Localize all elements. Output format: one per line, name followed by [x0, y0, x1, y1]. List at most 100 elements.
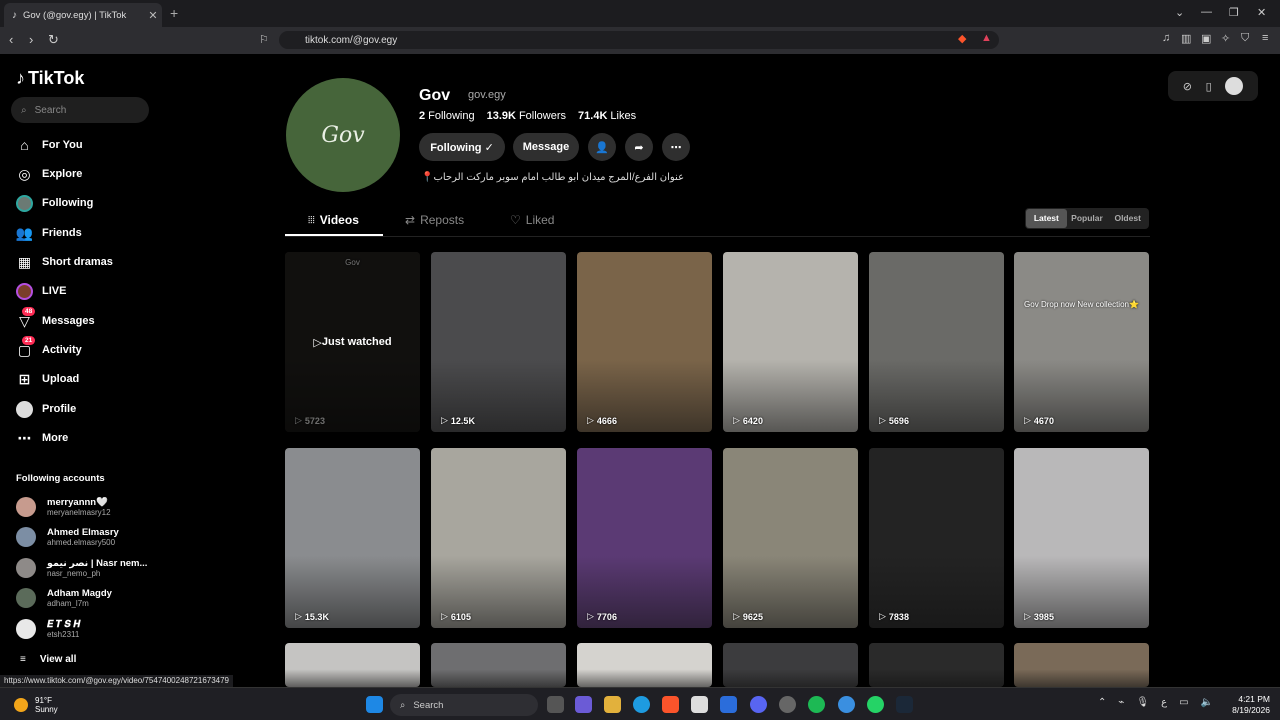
tab-liked[interactable]: ♡ Liked — [510, 213, 554, 227]
spotify-icon[interactable] — [808, 696, 825, 713]
taskbar-search[interactable]: ⌕ Search — [390, 694, 538, 716]
media-icon[interactable]: ♫ — [1162, 32, 1170, 44]
nav-live[interactable]: LIVE — [16, 282, 66, 300]
mail-icon[interactable] — [720, 696, 737, 713]
search-input[interactable]: ⌕ Search — [11, 97, 149, 123]
account-item[interactable]: Ahmed Elmasry ahmed.elmasry500 — [16, 527, 119, 547]
video-thumbnail[interactable] — [431, 643, 566, 687]
video-thumbnail[interactable]: ▷ 3985 — [1014, 448, 1149, 628]
sort-popular[interactable]: Popular — [1067, 209, 1108, 228]
weather-widget[interactable]: 91°F Sunny — [14, 696, 58, 714]
edge-icon[interactable] — [633, 696, 650, 713]
account-item[interactable]: merryannn🤍 meryanelmasry12 — [16, 497, 111, 517]
video-thumbnail[interactable]: Gov Drop now New collection⭐ ▷ 4670 — [1014, 252, 1149, 432]
nav-short-dramas[interactable]: ▦ Short dramas — [16, 253, 113, 271]
device-icon[interactable]: ▯ — [1206, 80, 1212, 93]
chevron-up-icon[interactable]: ⌃ — [1098, 697, 1106, 708]
video-thumbnail[interactable]: ▷ 7838 — [869, 448, 1004, 628]
followers-stat[interactable]: 13.9K Followers — [487, 110, 566, 122]
video-thumbnail[interactable] — [869, 643, 1004, 687]
tab-videos[interactable]: ⦙⦙⦙ Videos — [308, 213, 359, 227]
app-icon[interactable] — [838, 696, 855, 713]
brave-rewards-icon[interactable]: ▲ — [981, 32, 992, 44]
share-button[interactable]: ➦ — [625, 133, 653, 161]
display-icon[interactable]: ▭ — [1179, 697, 1188, 708]
coin-icon[interactable]: ⊘ — [1183, 80, 1192, 93]
wallet-icon[interactable]: ▣ — [1201, 32, 1211, 45]
network-icon[interactable]: ⌁ — [1118, 697, 1124, 708]
nav-activity[interactable]: ▢ 21 Activity — [16, 335, 82, 359]
address-bar[interactable]: tiktok.com/@gov.egy — [279, 31, 999, 49]
video-thumbnail[interactable]: ▷ 12.5K — [431, 252, 566, 432]
more-options-button[interactable]: ⋯ — [662, 133, 690, 161]
account-item[interactable]: نصر نيمو | Nasr nem... nasr_nemo_ph — [16, 558, 147, 578]
video-thumbnail[interactable]: ▷ 9625 — [723, 448, 858, 628]
sort-latest[interactable]: Latest — [1026, 209, 1067, 228]
reload-icon[interactable]: ↻ — [48, 32, 59, 48]
menu-icon[interactable]: ≡ — [1262, 32, 1268, 44]
brave-shield-icon[interactable]: ◆ — [958, 32, 966, 45]
video-thumbnail[interactable]: ▷ 7706 — [577, 448, 712, 628]
tab-list-icon[interactable]: ⌄ — [1175, 6, 1184, 19]
forward-icon[interactable]: › — [29, 32, 33, 47]
brave-icon[interactable] — [662, 696, 679, 713]
store-icon[interactable] — [691, 696, 708, 713]
nav-explore[interactable]: ◎ Explore — [16, 165, 82, 183]
following-stat[interactable]: 2 Following — [419, 110, 475, 122]
video-thumbnail[interactable]: ▷ 5696 — [869, 252, 1004, 432]
tiktok-logo[interactable]: ♪ TikTok — [16, 68, 84, 89]
leo-ai-icon[interactable]: ✧ — [1221, 32, 1230, 45]
nav-messages[interactable]: ▽ 48 Messages — [16, 306, 95, 330]
close-tab-icon[interactable]: ✕ — [144, 9, 162, 22]
video-thumbnail[interactable]: ▷ 15.3K — [285, 448, 420, 628]
discord-icon[interactable] — [750, 696, 767, 713]
video-thumbnail[interactable] — [1014, 643, 1149, 687]
file-explorer-icon[interactable] — [604, 696, 621, 713]
minimize-button[interactable]: — — [1201, 6, 1212, 18]
nav-more[interactable]: ⋯ More — [16, 429, 69, 447]
clock[interactable]: 4:21 PM 8/19/2026 — [1222, 694, 1270, 716]
add-friend-button[interactable]: 👤 — [588, 133, 616, 161]
nav-friends[interactable]: 👥 Friends — [16, 224, 82, 242]
compass-icon: ◎ — [18, 165, 31, 182]
sort-oldest[interactable]: Oldest — [1107, 209, 1148, 228]
video-thumbnail[interactable]: ▷ 6105 — [431, 448, 566, 628]
app-icon[interactable] — [575, 696, 592, 713]
account-item[interactable]: 𝑬 𝑻 𝑺 𝑯etsh2311 — [16, 619, 80, 639]
task-view-icon[interactable] — [547, 696, 564, 713]
start-icon[interactable] — [366, 696, 383, 713]
video-thumbnail[interactable]: ▷ 4666 — [577, 252, 712, 432]
view-all-link[interactable]: ≡ View all — [20, 654, 76, 665]
back-icon[interactable]: ‹ — [9, 32, 13, 47]
vpn-icon[interactable]: ⛉ — [1241, 32, 1249, 45]
keyboard-icon[interactable]: ع — [1161, 697, 1167, 708]
video-thumbnail[interactable] — [285, 643, 420, 687]
profile-avatar[interactable]: Gov — [286, 78, 400, 192]
following-button[interactable]: Following ✓ — [419, 133, 505, 161]
whatsapp-icon[interactable] — [867, 696, 884, 713]
nav-label: Messages — [42, 315, 95, 327]
bookmark-icon[interactable]: ⚐ — [259, 33, 269, 46]
nav-for-you[interactable]: ⌂ For You — [16, 136, 82, 154]
nav-upload[interactable]: ⊞ Upload — [16, 370, 80, 388]
volume-icon[interactable]: 🔈 — [1201, 697, 1213, 708]
sidebar-toggle-icon[interactable]: ▥ — [1181, 32, 1191, 45]
new-tab-button[interactable]: + — [170, 5, 178, 21]
message-button[interactable]: Message — [513, 133, 579, 161]
video-thumbnail[interactable]: ▷ 6420 — [723, 252, 858, 432]
maximize-button[interactable]: ❐ — [1229, 6, 1239, 19]
steam-icon[interactable] — [896, 696, 913, 713]
nav-profile[interactable]: Profile — [16, 400, 76, 418]
video-thumbnail[interactable] — [723, 643, 858, 687]
video-thumbnail[interactable] — [577, 643, 712, 687]
view-count: ▷ 4666 — [587, 415, 617, 426]
tab-reposts[interactable]: ⇄ Reposts — [405, 213, 464, 227]
user-avatar[interactable] — [1225, 77, 1244, 95]
browser-tab[interactable]: ♪ Gov (@gov.egy) | TikTok ✕ — [4, 3, 162, 27]
video-thumbnail[interactable]: Gov▷ Just watched▷5723 — [285, 252, 420, 432]
close-window-button[interactable]: ✕ — [1257, 6, 1266, 19]
microphone-icon[interactable]: 🎙 — [1136, 697, 1149, 708]
app-icon[interactable] — [779, 696, 796, 713]
account-item[interactable]: Adham Magdy adham_l7m — [16, 588, 112, 608]
nav-following[interactable]: Following — [16, 194, 93, 212]
